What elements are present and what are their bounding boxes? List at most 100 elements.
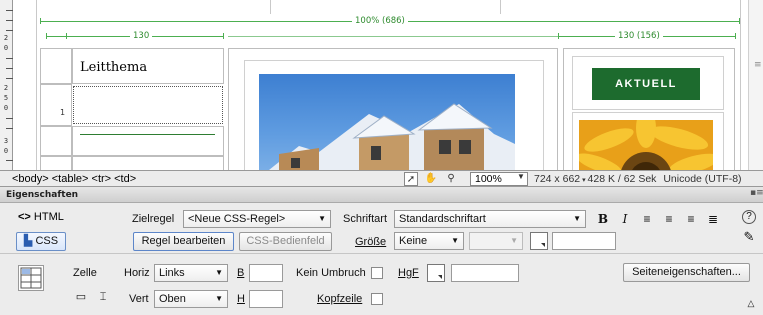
green-rule [80,134,215,135]
vert-value: Oben [159,293,186,305]
panel-title[interactable]: Eigenschaften [6,188,78,202]
zoom-tool-icon[interactable]: ⚲ [444,172,458,186]
schriftart-label: Schriftart [343,213,388,225]
bold-button[interactable]: B [596,212,610,226]
left-column-width-label: 130 [130,31,153,41]
hoehe-input[interactable] [249,290,283,308]
css-mode-button[interactable]: ▙ CSS [16,232,66,251]
encoding: Unicode (UTF-8) [663,173,742,185]
status-info: 724 x 662 ▾ 428 K / 62 Sek Unicode (UTF-… [534,172,742,188]
ruler-label: 0 [3,104,9,112]
chevron-down-icon: ▼ [510,236,518,245]
window-dimensions[interactable]: 724 x 662 [534,173,580,185]
hoehe-label: H [237,293,245,305]
breite-input[interactable] [249,264,283,282]
chevron-down-icon: ▼ [451,236,459,245]
css-label: CSS [35,235,59,247]
panel-divider [0,253,763,254]
code-icon: <> [18,211,31,223]
merge-cells-icon[interactable]: ▭ [74,290,88,304]
align-right-icon[interactable]: ≡ [684,212,698,226]
ruler-label: 0 [3,147,9,155]
css-bedienfeld-button[interactable]: CSS-Bedienfeld [239,232,332,251]
zielregel-select[interactable]: <Neue CSS-Regel> ▼ [183,210,331,228]
properties-panel-header[interactable]: Eigenschaften ▪≡ [0,187,763,203]
groesse-select[interactable]: Keine ▼ [394,232,464,250]
zielregel-label: Zielregel [132,213,175,225]
row-number: 1 [60,108,66,117]
split-cell-icon[interactable]: ⌶ [96,290,110,304]
table-border [36,0,37,170]
collapse-icon[interactable]: △ [744,296,758,310]
background-color-picker[interactable] [427,264,445,282]
aktuell-heading: AKTUELL [592,68,700,100]
size-time: 428 K / 62 Sek [587,173,657,185]
chevron-down-icon: ▼ [215,294,223,303]
table-cell[interactable] [40,156,72,170]
html-mode-button[interactable]: <> HTML [18,210,64,224]
align-center-icon[interactable]: ≡ [662,212,676,226]
select-tool-icon[interactable]: ➚ [404,172,418,186]
groesse-unit-select[interactable]: ▼ [469,232,523,250]
regel-bearbeiten-button[interactable]: Regel bearbeiten [133,232,234,251]
panel-options-icon[interactable]: ▪≡ [750,188,763,198]
vert-select[interactable]: Oben ▼ [154,290,228,308]
ruler-label: 5 [3,94,9,102]
property-inspector: <> HTML ▙ CSS Zielregel <Neue CSS-Regel>… [0,203,763,315]
table-cell[interactable] [40,126,72,156]
zielregel-value: <Neue CSS-Regel> [188,213,286,225]
kein-umbruch-label: Kein Umbruch [296,267,366,279]
table-cell[interactable] [72,156,224,170]
zelle-label: Zelle [73,267,97,279]
status-bar: <body> <table> <tr> <td> ➚ ✋ ⚲ 100% ▼ 72… [0,170,763,187]
text-color-picker[interactable] [530,232,548,250]
table-border [740,0,741,170]
seiteneigenschaften-button[interactable]: Seiteneigenschaften... [623,263,750,282]
help-icon[interactable]: ? [742,210,756,224]
edit-icon[interactable]: ✎ [742,230,756,244]
table-border [270,0,271,14]
breite-label: B [237,267,245,279]
hgf-label: HgF [398,267,419,279]
kopfzeile-checkbox[interactable] [371,293,383,305]
vertical-scrollbar[interactable]: ≡ [748,0,763,170]
chevron-down-icon: ▾ [580,177,588,184]
text-color-input[interactable] [552,232,616,250]
selected-cell[interactable] [73,86,223,124]
kein-umbruch-checkbox[interactable] [371,267,383,279]
chevron-down-icon: ▼ [573,214,581,223]
ruler-label: 2 [3,34,9,42]
design-view[interactable]: 2 0 2 5 0 3 0 100% (686) 130 130 (156) L… [0,0,763,170]
horiz-label: Horiz [124,267,150,279]
table-cell[interactable] [72,126,224,156]
hand-tool-icon[interactable]: ✋ [424,172,438,186]
tag-selector[interactable]: <body> <table> <tr> <td> [12,172,136,186]
ruler-label: 3 [3,137,9,145]
scroll-grip-icon[interactable]: ≡ [754,60,762,70]
html-label: HTML [33,211,64,223]
groesse-label: Größe [355,236,387,248]
background-color-input[interactable] [451,264,519,282]
table-cell[interactable] [40,48,72,84]
table-width-label: 100% (686) [352,16,408,26]
chevron-down-icon[interactable]: ▼ [517,172,525,181]
right-column-width-label: 130 (156) [615,31,663,41]
schriftart-select[interactable]: Standardschriftart ▼ [394,210,586,228]
chevron-down-icon: ▼ [215,268,223,277]
horiz-value: Links [159,267,185,279]
table-cell[interactable] [40,84,72,126]
horiz-select[interactable]: Links ▼ [154,264,228,282]
chevron-down-icon: ▼ [318,214,326,223]
align-justify-icon[interactable]: ≣ [706,212,720,226]
middle-column-guide [228,36,558,37]
schriftart-value: Standardschriftart [399,213,486,225]
ruler-label: 2 [3,84,9,92]
table-border [500,0,501,14]
italic-button[interactable]: I [618,212,632,226]
leitthema-heading: Leitthema [80,60,148,75]
kopfzeile-label: Kopfzeile [317,293,363,305]
vertical-ruler: 2 0 2 5 0 3 0 [0,0,13,170]
table-cell-icon [18,265,44,291]
align-left-icon[interactable]: ≡ [640,212,654,226]
vert-label: Vert [129,293,149,305]
